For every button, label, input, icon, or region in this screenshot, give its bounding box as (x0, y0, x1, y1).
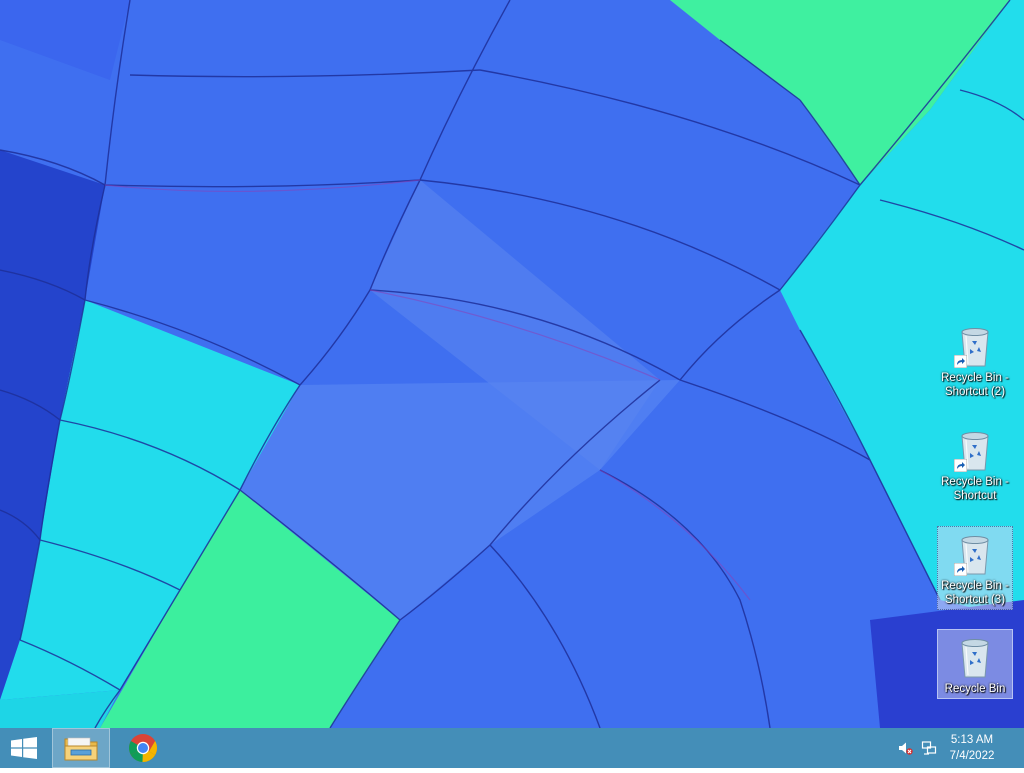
recycle-bin-icon (951, 633, 999, 681)
shortcut-arrow-icon (954, 563, 967, 576)
start-button[interactable] (0, 728, 48, 768)
network-icon[interactable] (921, 740, 937, 756)
desktop-icon-recycle-bin[interactable]: Recycle Bin (937, 629, 1013, 699)
desktop[interactable]: Recycle Bin - Shortcut (2) Recycle Bin -… (0, 0, 1024, 768)
desktop-icon-label: Recycle Bin - Shortcut (2) (941, 372, 1009, 398)
recycle-bin-icon (951, 322, 999, 370)
desktop-icon-recycle-bin-shortcut[interactable]: Recycle Bin - Shortcut (937, 422, 1013, 504)
clock-time: 5:13 AM (950, 734, 994, 746)
file-explorer-icon (64, 737, 98, 761)
recycle-bin-icon (951, 426, 999, 474)
shortcut-arrow-icon (954, 459, 967, 472)
desktop-wallpaper (0, 0, 1024, 768)
desktop-icon-recycle-bin-shortcut-3[interactable]: Recycle Bin - Shortcut (3) (937, 526, 1013, 610)
speaker-muted-icon[interactable] (897, 740, 913, 756)
taskbar-file-explorer-button[interactable] (52, 728, 110, 768)
taskbar-chrome-button[interactable] (114, 728, 172, 768)
desktop-icon-recycle-bin-shortcut-2[interactable]: Recycle Bin - Shortcut (2) (937, 318, 1013, 400)
chrome-icon (129, 734, 157, 763)
clock-date: 7/4/2022 (949, 750, 995, 762)
taskbar: 5:13 AM 7/4/2022 (0, 728, 1024, 768)
desktop-icon-label: Recycle Bin - Shortcut (941, 476, 1009, 502)
taskbar-clock[interactable]: 5:13 AM 7/4/2022 (942, 732, 1002, 764)
shortcut-arrow-icon (954, 355, 967, 368)
recycle-bin-icon (951, 530, 999, 578)
windows-logo-icon (11, 737, 37, 759)
desktop-icon-label: Recycle Bin - Shortcut (3) (941, 580, 1009, 606)
desktop-icon-label: Recycle Bin (944, 683, 1006, 695)
